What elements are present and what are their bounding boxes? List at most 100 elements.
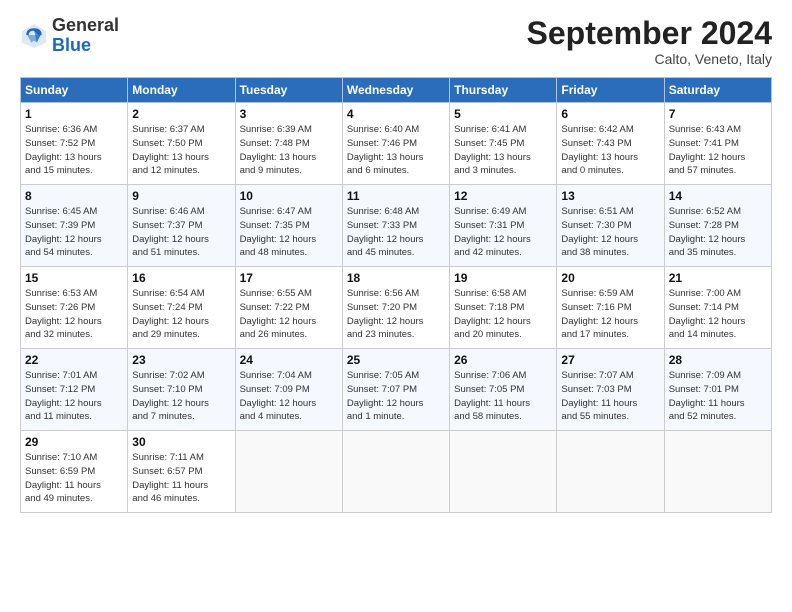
day-number: 17	[240, 271, 338, 285]
day-info: Sunrise: 6:49 AMSunset: 7:31 PMDaylight:…	[454, 205, 552, 260]
day-number: 27	[561, 353, 659, 367]
day-info: Sunrise: 6:58 AMSunset: 7:18 PMDaylight:…	[454, 287, 552, 342]
day-info: Sunrise: 6:42 AMSunset: 7:43 PMDaylight:…	[561, 123, 659, 178]
col-tuesday: Tuesday	[235, 78, 342, 103]
day-cell-2-7: 14Sunrise: 6:52 AMSunset: 7:28 PMDayligh…	[664, 185, 771, 267]
day-cell-5-3	[235, 431, 342, 513]
day-info: Sunrise: 6:39 AMSunset: 7:48 PMDaylight:…	[240, 123, 338, 178]
day-number: 2	[132, 107, 230, 121]
day-cell-4-6: 27Sunrise: 7:07 AMSunset: 7:03 PMDayligh…	[557, 349, 664, 431]
day-cell-2-6: 13Sunrise: 6:51 AMSunset: 7:30 PMDayligh…	[557, 185, 664, 267]
col-saturday: Saturday	[664, 78, 771, 103]
day-info: Sunrise: 6:47 AMSunset: 7:35 PMDaylight:…	[240, 205, 338, 260]
day-cell-3-6: 20Sunrise: 6:59 AMSunset: 7:16 PMDayligh…	[557, 267, 664, 349]
day-number: 18	[347, 271, 445, 285]
col-sunday: Sunday	[21, 78, 128, 103]
day-number: 3	[240, 107, 338, 121]
day-number: 29	[25, 435, 123, 449]
logo-icon	[20, 22, 48, 50]
day-cell-5-7	[664, 431, 771, 513]
day-cell-3-2: 16 Sunrise: 6:54 AMSunset: 7:24 PMDayligh…	[128, 267, 235, 349]
day-cell-4-5: 26 Sunrise: 7:06 AMSunset: 7:05 PMDayligh…	[450, 349, 557, 431]
day-cell-4-1: 22 Sunrise: 7:01 AMSunset: 7:12 PMDayligh…	[21, 349, 128, 431]
day-number: 26	[454, 353, 552, 367]
day-cell-3-7: 21 Sunrise: 7:00 AMSunset: 7:14 PMDayligh…	[664, 267, 771, 349]
day-number: 16	[132, 271, 230, 285]
day-info: Sunrise: 6:59 AMSunset: 7:16 PMDaylight:…	[561, 287, 659, 342]
day-number: 28	[669, 353, 767, 367]
day-cell-2-5: 12 Sunrise: 6:49 AMSunset: 7:31 PMDayligh…	[450, 185, 557, 267]
day-cell-5-1: 29Sunrise: 7:10 AMSunset: 6:59 PMDayligh…	[21, 431, 128, 513]
day-info: Sunrise: 6:41 AMSunset: 7:45 PMDaylight:…	[454, 123, 552, 178]
day-cell-1-1: 1Sunrise: 6:36 AMSunset: 7:52 PMDaylight…	[21, 103, 128, 185]
day-cell-4-3: 24 Sunrise: 7:04 AMSunset: 7:09 PMDayligh…	[235, 349, 342, 431]
day-info: Sunrise: 6:56 AMSunset: 7:20 PMDaylight:…	[347, 287, 445, 342]
day-info: Sunrise: 6:54 AMSunset: 7:24 PMDaylight:…	[132, 287, 230, 342]
day-info: Sunrise: 6:45 AMSunset: 7:39 PMDaylight:…	[25, 205, 123, 260]
day-cell-5-2: 30Sunrise: 7:11 AMSunset: 6:57 PMDayligh…	[128, 431, 235, 513]
logo: General Blue	[20, 16, 119, 56]
day-cell-1-7: 7Sunrise: 6:43 AMSunset: 7:41 PMDaylight…	[664, 103, 771, 185]
week-row-2: 8 Sunrise: 6:45 AMSunset: 7:39 PMDaylight…	[21, 185, 772, 267]
day-cell-3-3: 17 Sunrise: 6:55 AMSunset: 7:22 PMDayligh…	[235, 267, 342, 349]
day-info: Sunrise: 7:05 AMSunset: 7:07 PMDaylight:…	[347, 369, 445, 424]
day-info: Sunrise: 6:43 AMSunset: 7:41 PMDaylight:…	[669, 123, 767, 178]
day-number: 22	[25, 353, 123, 367]
week-row-3: 15Sunrise: 6:53 AMSunset: 7:26 PMDayligh…	[21, 267, 772, 349]
day-number: 10	[240, 189, 338, 203]
day-number: 9	[132, 189, 230, 203]
day-cell-3-4: 18 Sunrise: 6:56 AMSunset: 7:20 PMDayligh…	[342, 267, 449, 349]
col-monday: Monday	[128, 78, 235, 103]
day-number: 25	[347, 353, 445, 367]
day-info: Sunrise: 7:06 AMSunset: 7:05 PMDaylight:…	[454, 369, 552, 424]
day-info: Sunrise: 7:00 AMSunset: 7:14 PMDaylight:…	[669, 287, 767, 342]
day-cell-4-7: 28 Sunrise: 7:09 AMSunset: 7:01 PMDayligh…	[664, 349, 771, 431]
day-info: Sunrise: 6:37 AMSunset: 7:50 PMDaylight:…	[132, 123, 230, 178]
day-number: 5	[454, 107, 552, 121]
col-thursday: Thursday	[450, 78, 557, 103]
header: General Blue September 2024 Calto, Venet…	[20, 16, 772, 67]
day-number: 23	[132, 353, 230, 367]
day-cell-3-5: 19 Sunrise: 6:58 AMSunset: 7:18 PMDayligh…	[450, 267, 557, 349]
day-number: 21	[669, 271, 767, 285]
day-number: 12	[454, 189, 552, 203]
day-cell-1-6: 6 Sunrise: 6:42 AMSunset: 7:43 PMDaylight…	[557, 103, 664, 185]
header-row: Sunday Monday Tuesday Wednesday Thursday…	[21, 78, 772, 103]
day-cell-4-4: 25 Sunrise: 7:05 AMSunset: 7:07 PMDayligh…	[342, 349, 449, 431]
day-cell-5-5	[450, 431, 557, 513]
day-info: Sunrise: 6:55 AMSunset: 7:22 PMDaylight:…	[240, 287, 338, 342]
day-info: Sunrise: 6:48 AMSunset: 7:33 PMDaylight:…	[347, 205, 445, 260]
day-cell-1-3: 3 Sunrise: 6:39 AMSunset: 7:48 PMDaylight…	[235, 103, 342, 185]
day-info: Sunrise: 6:52 AMSunset: 7:28 PMDaylight:…	[669, 205, 767, 260]
day-info: Sunrise: 6:53 AMSunset: 7:26 PMDaylight:…	[25, 287, 123, 342]
day-cell-2-4: 11Sunrise: 6:48 AMSunset: 7:33 PMDayligh…	[342, 185, 449, 267]
day-cell-2-1: 8 Sunrise: 6:45 AMSunset: 7:39 PMDaylight…	[21, 185, 128, 267]
week-row-5: 29Sunrise: 7:10 AMSunset: 6:59 PMDayligh…	[21, 431, 772, 513]
day-cell-3-1: 15Sunrise: 6:53 AMSunset: 7:26 PMDayligh…	[21, 267, 128, 349]
day-info: Sunrise: 7:09 AMSunset: 7:01 PMDaylight:…	[669, 369, 767, 424]
day-info: Sunrise: 7:02 AMSunset: 7:10 PMDaylight:…	[132, 369, 230, 424]
logo-general-text: General	[52, 16, 119, 36]
day-cell-5-4	[342, 431, 449, 513]
day-cell-2-2: 9 Sunrise: 6:46 AMSunset: 7:37 PMDaylight…	[128, 185, 235, 267]
day-info: Sunrise: 6:46 AMSunset: 7:37 PMDaylight:…	[132, 205, 230, 260]
day-info: Sunrise: 7:01 AMSunset: 7:12 PMDaylight:…	[25, 369, 123, 424]
day-cell-4-2: 23 Sunrise: 7:02 AMSunset: 7:10 PMDayligh…	[128, 349, 235, 431]
day-cell-2-3: 10 Sunrise: 6:47 AMSunset: 7:35 PMDayligh…	[235, 185, 342, 267]
col-friday: Friday	[557, 78, 664, 103]
week-row-4: 22 Sunrise: 7:01 AMSunset: 7:12 PMDayligh…	[21, 349, 772, 431]
logo-blue-text: Blue	[52, 36, 119, 56]
day-number: 13	[561, 189, 659, 203]
day-cell-1-5: 5 Sunrise: 6:41 AMSunset: 7:45 PMDaylight…	[450, 103, 557, 185]
day-cell-1-4: 4Sunrise: 6:40 AMSunset: 7:46 PMDaylight…	[342, 103, 449, 185]
day-cell-5-6	[557, 431, 664, 513]
day-number: 1	[25, 107, 123, 121]
day-number: 8	[25, 189, 123, 203]
day-number: 24	[240, 353, 338, 367]
day-info: Sunrise: 7:04 AMSunset: 7:09 PMDaylight:…	[240, 369, 338, 424]
day-number: 19	[454, 271, 552, 285]
day-number: 30	[132, 435, 230, 449]
week-row-1: 1Sunrise: 6:36 AMSunset: 7:52 PMDaylight…	[21, 103, 772, 185]
day-number: 6	[561, 107, 659, 121]
day-cell-1-2: 2 Sunrise: 6:37 AMSunset: 7:50 PMDaylight…	[128, 103, 235, 185]
